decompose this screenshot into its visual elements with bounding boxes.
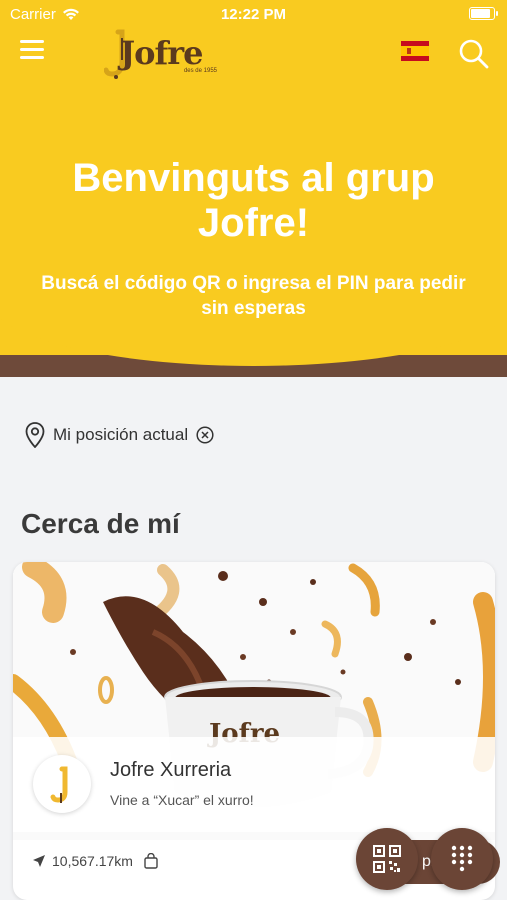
location-pin-icon <box>25 422 45 448</box>
qr-code-icon <box>373 845 401 873</box>
search-icon[interactable] <box>458 38 490 70</box>
navigation-arrow-icon <box>33 855 45 867</box>
logo-subtext: des de 1955 <box>183 68 217 74</box>
hamburger-menu-icon[interactable] <box>20 40 44 60</box>
clock: 12:22 PM <box>220 6 287 23</box>
close-circle-icon[interactable] <box>196 426 214 444</box>
store-name: Jofre Xurreria <box>110 759 232 781</box>
section-title-nearby: Cerca de mí <box>21 508 180 539</box>
store-avatar <box>33 755 91 813</box>
qr-code-button[interactable] <box>356 828 418 890</box>
store-tagline: Vine a “Xucar” el xurro! <box>110 792 254 808</box>
current-location[interactable]: Mi posición actual <box>25 420 214 450</box>
flag-spain-icon[interactable] <box>401 41 429 61</box>
battery-icon <box>469 7 498 20</box>
logo-text: Jofre <box>120 34 203 72</box>
store-card-footer: 10,567.17km <box>32 853 159 869</box>
hero-subtitle: Buscá el código QR o ingresa el PIN para… <box>41 273 466 319</box>
pin-keypad-button[interactable] <box>431 828 493 890</box>
hero-title: Benvinguts al grup Jofre! <box>72 156 435 245</box>
location-label: Mi posición actual <box>53 425 189 444</box>
distance-label: 10,567.17km <box>52 853 133 869</box>
status-bar: Carrier 12:22 PM <box>0 0 507 30</box>
keypad-icon <box>451 845 473 872</box>
jofre-logo: Jofre des de 1955 <box>104 28 219 80</box>
shopping-bag-icon <box>144 853 158 869</box>
